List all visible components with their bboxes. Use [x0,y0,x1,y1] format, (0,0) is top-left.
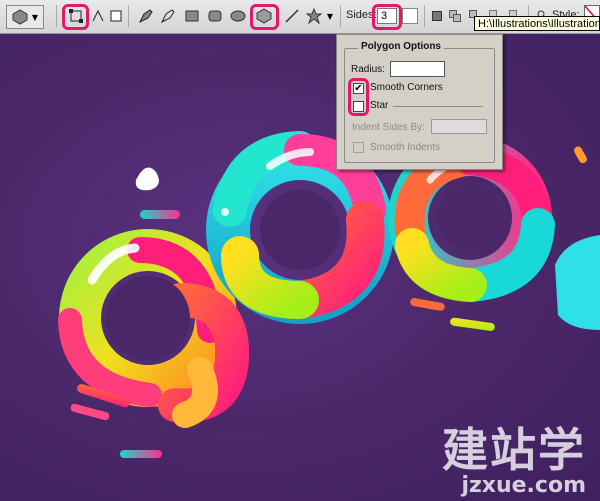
ellipse-tool-button[interactable] [228,6,248,26]
layer-style-swatch[interactable] [402,8,418,24]
line-icon [285,9,299,23]
separator [424,5,425,27]
tool-preset-picker[interactable]: ▼ [6,5,44,29]
separator [128,5,129,27]
line-tool-button[interactable] [282,6,302,26]
highlight-shape-layers [62,4,89,30]
star-divider [393,106,483,107]
rectangle-tool-button[interactable] [182,6,202,26]
smooth-corners-label: Smooth Corners [370,82,443,93]
smooth-indents-label: Smooth Indents [370,142,441,153]
separator [56,5,57,27]
highlight-checkboxes [348,78,369,116]
paths-icon [92,9,104,22]
chevron-down-icon: ▼ [31,12,39,22]
freeform-pen-button[interactable] [158,6,178,26]
options-arrow-icon: ▼ [326,11,334,21]
ring-right [388,136,555,302]
ring-middle [206,131,394,324]
highlight-sides [372,4,402,30]
separator [340,5,341,27]
rectangle-icon [185,10,199,22]
add-shape-button[interactable] [448,6,462,26]
stroke-shape [140,210,180,219]
watermark-url: jzxue.com [461,473,586,498]
rounded-rectangle-icon [208,10,222,22]
indent-sides-label: Indent Sides By: [352,122,425,133]
star-label: Star [370,100,389,111]
fill-pixels-icon [110,10,122,22]
paths-button[interactable] [88,6,108,26]
pen-icon [138,9,153,24]
custom-shape-icon [306,8,322,24]
polygon-options-title: Polygon Options [358,41,444,52]
geometry-options-button[interactable]: ▼ [324,6,336,26]
new-shape-icon [432,11,442,21]
fill-pixels-button[interactable] [106,6,126,26]
highlight-polygon [250,4,279,30]
white-shape [135,167,159,191]
radius-label: Radius: [351,64,385,75]
indent-sides-input[interactable] [431,119,487,134]
pen-tool-button[interactable] [136,6,156,26]
watermark-chinese: 建站学 [442,423,586,477]
add-shape-icon [449,10,461,22]
tooltip: H:\Illustrations\Illustrations [474,16,600,31]
custom-shape-button[interactable] [304,6,324,26]
document-canvas[interactable]: 建站学 jzxue.com [0,33,600,501]
watermark: 建站学 jzxue.com [442,425,586,497]
polygon-preset-icon [12,9,28,25]
rounded-rectangle-button[interactable] [205,6,225,26]
create-new-shape-button[interactable] [430,6,444,26]
polygon-options-panel: Polygon Options Radius: ✔ Smooth Corners… [336,34,503,170]
freeform-pen-icon [160,9,175,24]
ellipse-icon [230,10,246,22]
smooth-indents-checkbox[interactable] [353,142,364,153]
radius-input[interactable] [390,61,445,77]
